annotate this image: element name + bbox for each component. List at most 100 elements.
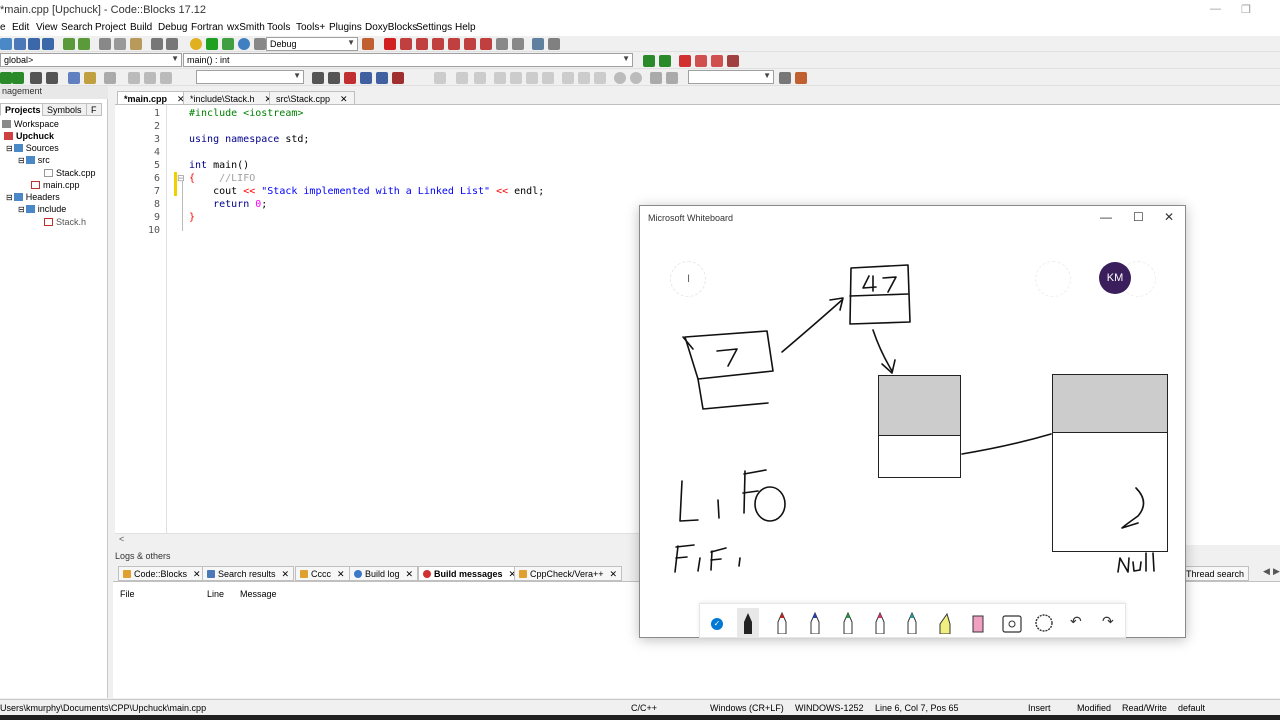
tab-thread-search[interactable]: Thread search — [1181, 566, 1250, 581]
bookmark-clear-icon[interactable] — [727, 55, 739, 67]
tab-cccc[interactable]: Cccc ✕ — [295, 566, 350, 581]
symbol-c-icon[interactable] — [666, 72, 678, 84]
menu-wxsmith[interactable]: wxSmith — [227, 22, 265, 33]
menu-edit[interactable]: Edit — [12, 22, 29, 33]
toggle-icon-a[interactable] — [104, 72, 116, 84]
jump-back-icon[interactable] — [643, 55, 655, 67]
break-debugger-icon[interactable] — [496, 38, 508, 50]
node-2[interactable] — [1052, 374, 1168, 552]
symbol-find-icon[interactable] — [779, 72, 791, 84]
pen-black-icon[interactable] — [741, 612, 755, 634]
debug-start-icon[interactable] — [384, 38, 396, 50]
run-chm-icon[interactable] — [84, 72, 96, 84]
tree-item-workspace[interactable]: Workspace — [2, 119, 59, 129]
zoom-in-icon[interactable] — [614, 72, 626, 84]
menu-search[interactable]: Search — [61, 22, 93, 33]
menu-tools[interactable]: Tools — [267, 22, 290, 33]
nav-back-icon[interactable] — [128, 72, 140, 84]
tab-stack-cpp[interactable]: src\Stack.cpp ✕ — [269, 91, 355, 105]
undo-icon[interactable]: ↶ — [1070, 613, 1082, 630]
open-file-icon[interactable] — [14, 38, 26, 50]
node-12[interactable] — [878, 375, 961, 478]
step-out-icon[interactable] — [448, 38, 460, 50]
show-select-target-icon[interactable] — [362, 38, 374, 50]
tab-cppcheck[interactable]: CppCheck/Vera++ ✕ — [514, 566, 623, 581]
tab-main-cpp[interactable]: *main.cpp ✕ — [117, 91, 192, 105]
menu-project[interactable]: Project — [95, 22, 126, 33]
column-line[interactable]: Line — [207, 589, 224, 599]
bookmark-toggle-icon[interactable] — [679, 55, 691, 67]
scroll-left-icon[interactable]: < — [119, 534, 124, 544]
build-icon[interactable] — [190, 38, 202, 50]
tree-item-project[interactable]: Upchuck — [4, 131, 54, 141]
block-comment-icon[interactable] — [30, 72, 42, 84]
jump-forward-icon[interactable] — [659, 55, 671, 67]
menu-settings[interactable]: Settings — [416, 22, 452, 33]
fold-icon[interactable]: ⊟ — [177, 173, 185, 184]
collapse-icon[interactable]: ⊟ — [18, 156, 25, 165]
tab-build-log[interactable]: Build log ✕ — [349, 566, 419, 581]
tab-projects[interactable]: Projects — [0, 103, 46, 116]
done-icon[interactable]: ✓ — [711, 618, 723, 630]
tree-item-sources[interactable]: ⊟ Sources — [6, 143, 59, 153]
close-icon[interactable]: ✕ — [406, 569, 414, 579]
menu-plugins[interactable]: Plugins — [329, 22, 362, 33]
tabs-scroll-left-icon[interactable]: ◀ — [1263, 566, 1270, 577]
find-next-icon[interactable] — [328, 72, 340, 84]
run-html-icon[interactable] — [68, 72, 80, 84]
column-file[interactable]: File — [120, 589, 135, 599]
horizontal-scrollbar[interactable]: < — [115, 533, 640, 545]
rebuild-icon[interactable] — [238, 38, 250, 50]
tab-files[interactable]: F — [86, 103, 102, 116]
replace-icon[interactable] — [166, 38, 178, 50]
layout-icon-1[interactable] — [434, 72, 446, 84]
tab-build-messages[interactable]: Build messages ✕ — [418, 566, 522, 581]
tree-item-stack-cpp[interactable]: Stack.cpp — [44, 168, 96, 178]
find-prev-icon[interactable] — [312, 72, 324, 84]
menu-debug[interactable]: Debug — [158, 22, 187, 33]
tree-item-headers[interactable]: ⊟ Headers — [6, 192, 60, 202]
pen-red2-icon[interactable] — [873, 612, 887, 634]
next-line-icon[interactable] — [416, 38, 428, 50]
doxy-extract-icon[interactable] — [12, 72, 24, 84]
copy-icon[interactable] — [114, 38, 126, 50]
tab-codeblocks-log[interactable]: Code::Blocks ✕ — [118, 566, 206, 581]
menu-build[interactable]: Build — [130, 22, 152, 33]
redo-icon[interactable]: ↷ — [1102, 613, 1114, 630]
pen-blue-icon[interactable] — [808, 612, 822, 634]
run-to-cursor-icon[interactable] — [400, 38, 412, 50]
layout-icon-9[interactable] — [578, 72, 590, 84]
minimize-button[interactable]: — — [1210, 3, 1221, 15]
scope-select[interactable]: global> ▼ — [0, 53, 182, 67]
tree-item-src[interactable]: ⊟ src — [18, 155, 50, 165]
zoom-out-icon[interactable] — [630, 72, 642, 84]
layout-icon-3[interactable] — [474, 72, 486, 84]
pen-teal-icon[interactable] — [905, 612, 919, 634]
build-run-icon[interactable] — [222, 38, 234, 50]
cut-icon[interactable] — [99, 38, 111, 50]
save-icon[interactable] — [28, 38, 40, 50]
layout-icon-8[interactable] — [562, 72, 574, 84]
match-case-icon[interactable] — [376, 72, 388, 84]
menu-file[interactable]: e — [0, 22, 6, 33]
tree-item-stack-h[interactable]: Stack.h — [44, 217, 86, 227]
menu-fortran[interactable]: Fortran — [191, 22, 223, 33]
menu-view[interactable]: View — [36, 22, 58, 33]
run-icon[interactable] — [206, 38, 218, 50]
find-icon[interactable] — [151, 38, 163, 50]
nav-stop-icon[interactable] — [144, 72, 156, 84]
tab-stack-h[interactable]: *include\Stack.h✕ — [183, 91, 280, 105]
collapse-icon[interactable]: ⊟ — [6, 193, 13, 202]
save-all-icon[interactable] — [42, 38, 54, 50]
highlighter-icon[interactable] — [938, 612, 952, 634]
symbol-goto-icon[interactable] — [795, 72, 807, 84]
undo-icon[interactable] — [63, 38, 75, 50]
layout-icon-7[interactable] — [542, 72, 554, 84]
bookmark-prev-icon[interactable] — [695, 55, 707, 67]
collapse-icon[interactable]: ⊟ — [18, 205, 25, 214]
close-icon[interactable]: ✕ — [193, 569, 201, 579]
tree-item-include[interactable]: ⊟ include — [18, 204, 66, 214]
layout-icon-4[interactable] — [494, 72, 506, 84]
symbol-search-combo[interactable]: ▼ — [688, 70, 774, 84]
bookmark-next-icon[interactable] — [711, 55, 723, 67]
